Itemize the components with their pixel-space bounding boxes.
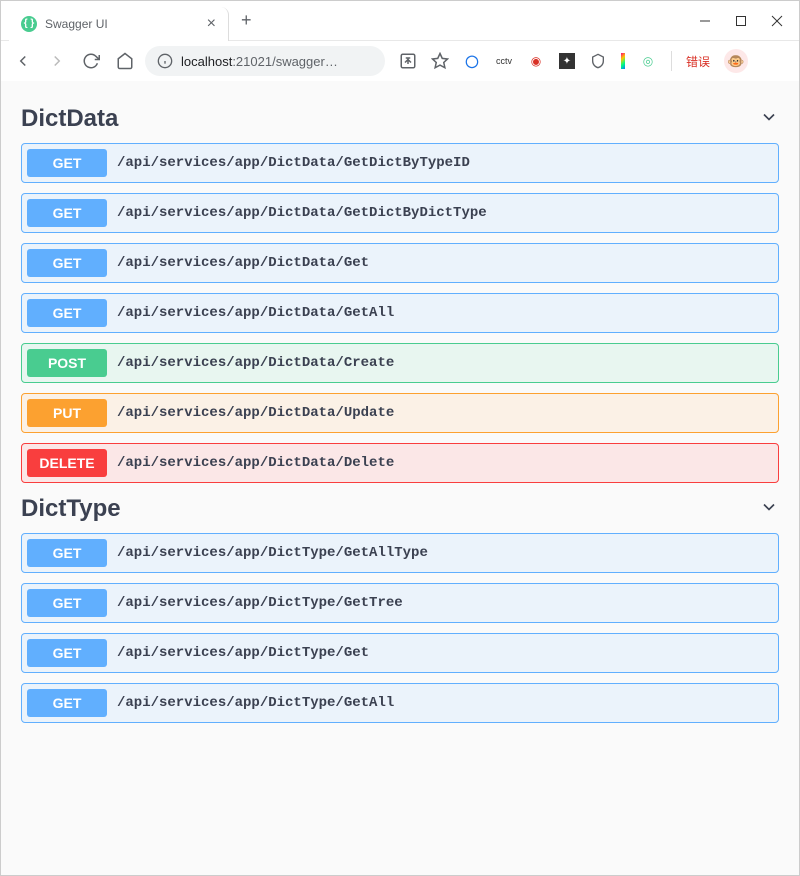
operation-row[interactable]: GET/api/services/app/DictData/Get: [21, 243, 779, 283]
http-method-badge: GET: [27, 589, 107, 617]
nav-bar: localhost:21021/swagger… ◯ cctv ◉ ✦ ◎ 错误…: [1, 41, 799, 81]
operation-list: GET/api/services/app/DictData/GetDictByT…: [21, 143, 779, 483]
window-controls: [699, 15, 799, 27]
home-button[interactable]: [111, 47, 139, 75]
browser-tab[interactable]: { } Swagger UI ×: [9, 7, 229, 41]
section-header[interactable]: DictType: [21, 483, 779, 533]
close-tab-icon[interactable]: ×: [207, 15, 216, 33]
http-method-badge: GET: [27, 299, 107, 327]
extension-icon-2[interactable]: cctv: [495, 52, 513, 70]
extension-icons: ◯ cctv ◉ ✦ ◎ 错误 🐵: [399, 49, 748, 73]
extension-icon-6[interactable]: [621, 53, 625, 69]
tab-title: Swagger UI: [45, 17, 199, 31]
chevron-down-icon[interactable]: [759, 497, 779, 522]
http-method-badge: GET: [27, 149, 107, 177]
operation-row[interactable]: GET/api/services/app/DictType/GetAllType: [21, 533, 779, 573]
operation-path: /api/services/app/DictData/GetAll: [117, 305, 394, 321]
operation-path: /api/services/app/DictData/GetDictByDict…: [117, 205, 487, 221]
new-tab-button[interactable]: +: [229, 10, 264, 31]
extension-icon-1[interactable]: ◯: [463, 52, 481, 70]
operation-row[interactable]: GET/api/services/app/DictData/GetAll: [21, 293, 779, 333]
forward-button[interactable]: [43, 47, 71, 75]
operation-path: /api/services/app/DictData/GetDictByType…: [117, 155, 470, 171]
url-path: /swagger…: [272, 54, 338, 69]
operation-row[interactable]: GET/api/services/app/DictType/GetAll: [21, 683, 779, 723]
section-title: DictData: [21, 105, 118, 133]
operation-list: GET/api/services/app/DictType/GetAllType…: [21, 533, 779, 723]
operation-path: /api/services/app/DictData/Get: [117, 255, 369, 271]
reload-button[interactable]: [77, 47, 105, 75]
operation-path: /api/services/app/DictType/GetAllType: [117, 545, 428, 561]
title-bar: { } Swagger UI × +: [1, 1, 799, 41]
url-text: localhost:21021/swagger…: [181, 54, 338, 69]
chevron-down-icon[interactable]: [759, 107, 779, 132]
extension-icon-4[interactable]: ✦: [559, 53, 575, 69]
operation-row[interactable]: GET/api/services/app/DictData/GetDictByD…: [21, 193, 779, 233]
url-host: localhost: [181, 54, 232, 69]
swagger-favicon: { }: [21, 16, 37, 32]
minimize-icon[interactable]: [699, 15, 711, 27]
http-method-badge: GET: [27, 199, 107, 227]
extension-icon-7[interactable]: ◎: [639, 52, 657, 70]
url-port: :21021: [232, 54, 272, 69]
http-method-badge: DELETE: [27, 449, 107, 477]
translate-icon[interactable]: [399, 52, 417, 70]
operation-row[interactable]: GET/api/services/app/DictType/Get: [21, 633, 779, 673]
http-method-badge: GET: [27, 639, 107, 667]
section-title: DictType: [21, 495, 121, 523]
address-bar[interactable]: localhost:21021/swagger…: [145, 46, 385, 76]
close-window-icon[interactable]: [771, 15, 783, 27]
operation-path: /api/services/app/DictData/Update: [117, 405, 394, 421]
back-button[interactable]: [9, 47, 37, 75]
section-header[interactable]: DictData: [21, 93, 779, 143]
operation-path: /api/services/app/DictData/Create: [117, 355, 394, 371]
extension-icon-3[interactable]: ◉: [527, 52, 545, 70]
operation-path: /api/services/app/DictType/GetAll: [117, 695, 394, 711]
page-content: DictData GET/api/services/app/DictData/Ge…: [1, 81, 799, 875]
operation-row[interactable]: PUT/api/services/app/DictData/Update: [21, 393, 779, 433]
browser-window: { } Swagger UI × + localhost:21021/swagg…: [0, 0, 800, 876]
operation-path: /api/services/app/DictData/Delete: [117, 455, 394, 471]
http-method-badge: PUT: [27, 399, 107, 427]
error-badge[interactable]: 错误: [686, 53, 710, 70]
star-icon[interactable]: [431, 52, 449, 70]
divider: [671, 51, 672, 71]
http-method-badge: POST: [27, 349, 107, 377]
operation-row[interactable]: DELETE/api/services/app/DictData/Delete: [21, 443, 779, 483]
operation-row[interactable]: GET/api/services/app/DictType/GetTree: [21, 583, 779, 623]
http-method-badge: GET: [27, 539, 107, 567]
operation-path: /api/services/app/DictType/GetTree: [117, 595, 403, 611]
operation-path: /api/services/app/DictType/Get: [117, 645, 369, 661]
http-method-badge: GET: [27, 689, 107, 717]
extension-icon-5[interactable]: [589, 52, 607, 70]
profile-avatar[interactable]: 🐵: [724, 49, 748, 73]
site-info-icon[interactable]: [157, 53, 173, 69]
operation-row[interactable]: GET/api/services/app/DictData/GetDictByT…: [21, 143, 779, 183]
http-method-badge: GET: [27, 249, 107, 277]
maximize-icon[interactable]: [735, 15, 747, 27]
operation-row[interactable]: POST/api/services/app/DictData/Create: [21, 343, 779, 383]
